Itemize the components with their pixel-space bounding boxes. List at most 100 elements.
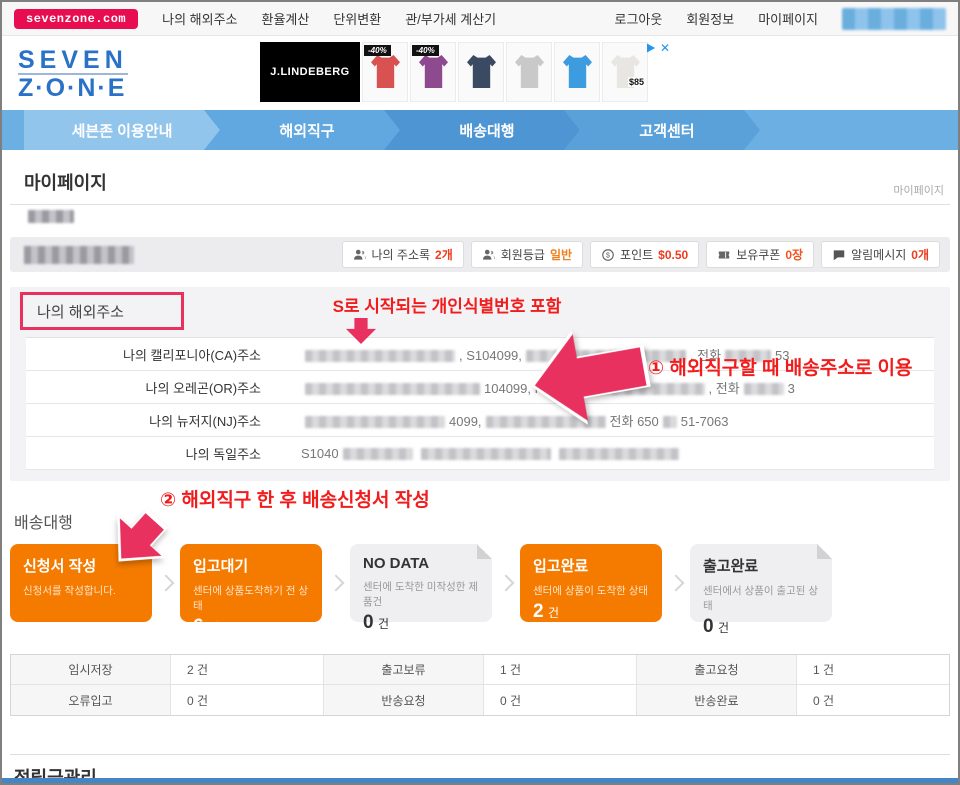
- annotation-arrow-left-icon: [523, 318, 656, 433]
- message-icon: [832, 248, 846, 262]
- chevron-right-icon: [668, 575, 685, 592]
- badge-value: 0장: [785, 246, 803, 263]
- topbar-link[interactable]: 회원정보: [686, 9, 734, 28]
- address-value: 4099,전화 65051-7063: [301, 411, 729, 430]
- status-box-shipped-out[interactable]: 출고완료 센터에서 상품이 출고된 상태 0 건: [690, 544, 832, 622]
- point-badge[interactable]: $ 포인트 $0.50: [590, 241, 699, 268]
- point-icon: $: [601, 248, 615, 262]
- badge-value: 2개: [435, 246, 453, 263]
- topbar-link[interactable]: 관/부가세 계산기: [405, 9, 496, 28]
- status-count: 0: [363, 612, 374, 633]
- ad-product-thumb[interactable]: [554, 42, 600, 102]
- divider: [10, 754, 950, 755]
- page-title: 마이페이지: [24, 169, 107, 195]
- stats-value[interactable]: 2 건: [171, 655, 323, 684]
- stats-value[interactable]: 1 건: [797, 655, 949, 684]
- stats-label: 임시저장: [11, 655, 171, 684]
- badge-label: 포인트: [620, 246, 653, 263]
- member-badges: 나의 주소록 2개 회원등급 일반 $ 포인트 $0.50 보유쿠폰 0장 알림…: [342, 241, 941, 268]
- adchoices-icon[interactable]: [645, 42, 657, 54]
- badge-value: $0.50: [658, 248, 688, 262]
- status-box-title: 입고대기: [193, 555, 309, 576]
- brand-badge[interactable]: sevenzone.com: [14, 9, 138, 29]
- annotation-title-outline: 나의 해외주소: [20, 292, 184, 330]
- stats-pair: 오류입고 0 건: [11, 685, 323, 715]
- status-count: 2: [533, 601, 544, 622]
- sevenzone-logo[interactable]: SEVEN Z·O·N·E: [18, 49, 128, 101]
- ad-product-thumb[interactable]: -40%: [362, 42, 408, 102]
- member-name-blurred: [24, 246, 134, 264]
- annotation-personal-code: S로 시작되는 개인식별번호 포함: [252, 292, 642, 317]
- logo-line1: SEVEN: [18, 49, 128, 75]
- nav-tab-customer-center[interactable]: 고객센터: [564, 110, 760, 150]
- logo-line2: Z·O·N·E: [18, 75, 128, 101]
- main-nav: 세븐존 이용안내 해외직구 배송대행 고객센터: [2, 110, 958, 150]
- nav-tab-shipping-agent[interactable]: 배송대행: [384, 110, 580, 150]
- product-image: [515, 55, 544, 88]
- user-id-blurred-button[interactable]: [842, 8, 946, 30]
- status-box-no-data[interactable]: NO DATA 센터에 도착한 미작성한 제품건 0 건: [350, 544, 492, 622]
- stats-table: 임시저장 2 건 출고보류 1 건 출고요청 1 건 오류입고 0 건: [10, 654, 950, 716]
- username-blurred: [28, 210, 74, 223]
- header: SEVEN Z·O·N·E J.LINDEBERG -40% -40%: [2, 37, 958, 109]
- annotation-write-shipping-request: ② 해외직구 한 후 배송신청서 작성: [160, 485, 430, 512]
- stats-pair: 임시저장 2 건: [11, 655, 323, 684]
- stats-value[interactable]: 0 건: [484, 685, 636, 715]
- chevron-right-icon: [328, 575, 345, 592]
- topbar-link[interactable]: 마이페이지: [758, 9, 818, 28]
- coupon-badge[interactable]: 보유쿠폰 0장: [706, 241, 814, 268]
- topbar-link[interactable]: 나의 해외주소: [162, 9, 237, 28]
- address-row-newjersey: 나의 뉴저지(NJ)주소 4099,전화 65051-7063: [26, 404, 934, 437]
- breadcrumb: 마이페이지: [893, 182, 944, 198]
- badge-label: 알림메시지: [851, 246, 906, 263]
- topbar-link[interactable]: 환율계산: [262, 9, 310, 28]
- page-root: sevenzone.com 나의 해외주소 환율계산 단위변환 관/부가세 계산기 로…: [0, 0, 960, 785]
- address-label: 나의 독일주소: [26, 444, 261, 463]
- nav-tab-overseas-shopping[interactable]: 해외직구: [204, 110, 400, 150]
- product-image: [419, 55, 448, 88]
- product-image: [467, 55, 496, 88]
- address-book-badge[interactable]: 나의 주소록 2개: [342, 241, 464, 268]
- nav-tab-guide[interactable]: 세븐존 이용안내: [24, 110, 220, 150]
- status-separator: [152, 577, 180, 589]
- stats-pair: 반송요청 0 건: [323, 685, 636, 715]
- status-box-arrived[interactable]: 입고완료 센터에 상품이 도착한 상태 2 건: [520, 544, 662, 622]
- status-box-desc: 센터에 상품도착하기 전 상태: [193, 583, 309, 613]
- address-label: 나의 오레곤(OR)주소: [26, 378, 261, 397]
- message-badge[interactable]: 알림메시지 0개: [821, 241, 940, 268]
- nav-tab-label: 해외직구: [279, 120, 334, 141]
- stats-value[interactable]: 0 건: [171, 685, 323, 715]
- status-box-waiting-arrival[interactable]: 입고대기 센터에 상품도착하기 전 상태 6 건: [180, 544, 322, 622]
- status-count: 0: [703, 616, 714, 637]
- ad-banner: J.LINDEBERG -40% -40% $85: [260, 42, 666, 102]
- stats-value[interactable]: 1 건: [484, 655, 636, 684]
- stats-label: 반송완료: [637, 685, 797, 715]
- stats-pair: 출고요청 1 건: [636, 655, 949, 684]
- ad-product-thumb[interactable]: [506, 42, 552, 102]
- member-grade-badge[interactable]: 회원등급 일반: [471, 241, 583, 268]
- member-grade-icon: [482, 248, 496, 262]
- address-label: 나의 뉴저지(NJ)주소: [26, 411, 261, 430]
- stats-label: 출고요청: [637, 655, 797, 684]
- status-separator: [492, 577, 520, 589]
- price-tag: $85: [628, 77, 645, 87]
- address-label: 나의 캘리포니아(CA)주소: [26, 345, 261, 364]
- address-section-title: 나의 해외주소: [37, 301, 124, 322]
- topbar-link[interactable]: 로그아웃: [615, 9, 663, 28]
- topbar-link[interactable]: 단위변환: [333, 9, 381, 28]
- ad-brand-logo[interactable]: J.LINDEBERG: [260, 42, 360, 102]
- footer-blue-strip: [2, 778, 958, 783]
- ad-controls: ✕: [645, 42, 670, 54]
- status-count: 6: [193, 616, 204, 637]
- nav-tab-label: 세븐존 이용안내: [72, 120, 173, 141]
- stats-label: 오류입고: [11, 685, 171, 715]
- ad-product-thumb[interactable]: $85: [602, 42, 648, 102]
- badge-value: 일반: [550, 246, 572, 263]
- divider: [10, 204, 950, 205]
- discount-badge: -40%: [364, 45, 391, 56]
- coupon-icon: [717, 248, 731, 262]
- ad-close-icon[interactable]: ✕: [660, 42, 670, 54]
- ad-product-thumb[interactable]: -40%: [410, 42, 456, 102]
- stats-value[interactable]: 0 건: [797, 685, 949, 715]
- ad-product-thumb[interactable]: [458, 42, 504, 102]
